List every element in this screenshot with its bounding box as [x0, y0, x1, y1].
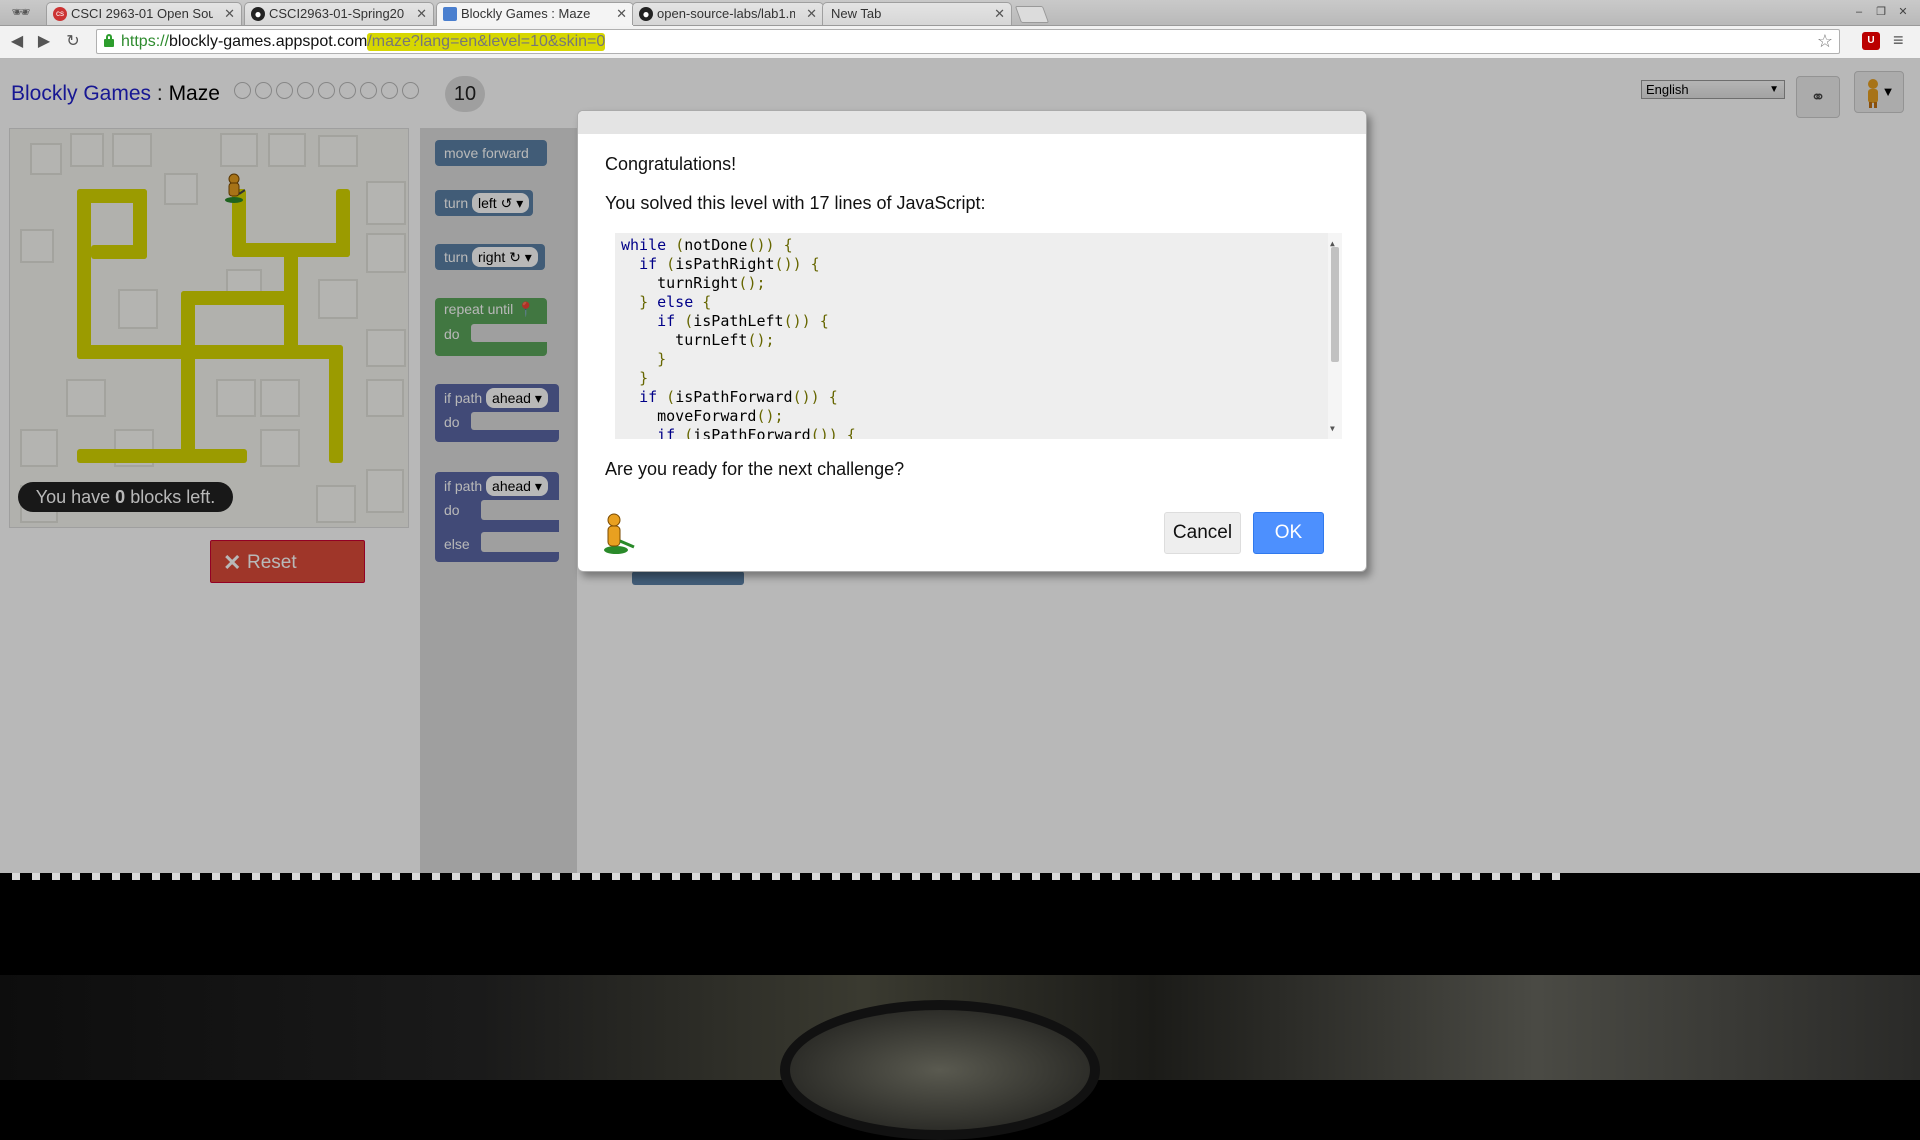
- code-scrollbar[interactable]: ▲ ▼: [1328, 233, 1342, 439]
- lock-icon: [104, 34, 114, 47]
- tab-title: Blockly Games : Maze: [461, 6, 591, 21]
- restore-icon[interactable]: ❐: [1872, 4, 1890, 20]
- ok-button[interactable]: OK: [1253, 512, 1324, 554]
- back-icon[interactable]: ◀: [6, 31, 28, 53]
- wallpaper-image: [780, 1000, 1100, 1140]
- code-line: if (isPathForward()) {: [657, 426, 856, 439]
- menu-icon[interactable]: ≡: [1893, 30, 1904, 51]
- github-icon: ●: [251, 7, 265, 21]
- address-bar[interactable]: https://blockly-games.appspot.com/maze?l…: [96, 29, 1840, 54]
- tab-open-source-labs[interactable]: ● open-source-labs/lab1.m ✕: [632, 2, 824, 25]
- window-close-icon[interactable]: ✕: [1894, 4, 1912, 20]
- close-icon[interactable]: ✕: [416, 3, 427, 25]
- code-line: turnLeft();: [621, 331, 775, 349]
- code-line: }: [657, 350, 667, 368]
- bookmark-star-icon[interactable]: ☆: [1817, 31, 1833, 52]
- scroll-down-icon[interactable]: ▼: [1330, 419, 1335, 438]
- browser-toolbar: ◀ ▶ ↻ https://blockly-games.appspot.com /…: [0, 26, 1920, 59]
- tab-csci-github[interactable]: ● CSCI2963-01-Spring201 ✕: [244, 2, 434, 25]
- tab-title: open-source-labs/lab1.m: [657, 6, 795, 21]
- tab-title: New Tab: [831, 6, 882, 21]
- tab-blockly-maze[interactable]: Blockly Games : Maze ✕: [436, 2, 634, 26]
- code-line: if (isPathForward()) {: [639, 388, 838, 406]
- new-tab-button[interactable]: [1014, 6, 1050, 23]
- incognito-icon: 🕶: [11, 4, 31, 21]
- scrollbar-thumb[interactable]: [1331, 247, 1339, 362]
- reload-icon[interactable]: ↻: [62, 31, 84, 53]
- tab-new-tab[interactable]: New Tab ✕: [822, 2, 1012, 25]
- blockly-icon: [443, 7, 457, 21]
- pegman-icon: [604, 513, 635, 554]
- tab-strip: 🕶 cs CSCI 2963-01 Open Sour ✕ ● CSCI2963…: [0, 0, 1920, 26]
- congrats-title: Congratulations!: [605, 154, 737, 174]
- url-text[interactable]: https://blockly-games.appspot.com/maze?l…: [121, 33, 606, 51]
- code-line: moveForward();: [621, 407, 784, 425]
- close-icon[interactable]: ✕: [224, 3, 235, 25]
- code-line: if (isPathRight()) {: [639, 255, 820, 273]
- solved-message: You solved this level with 17 lines of J…: [605, 193, 986, 213]
- cs-favicon-icon: cs: [53, 7, 67, 21]
- minimize-icon[interactable]: –: [1850, 4, 1868, 20]
- code-line: while (notDone()) {: [621, 236, 793, 254]
- close-icon[interactable]: ✕: [994, 3, 1005, 25]
- tab-csci-open-source[interactable]: cs CSCI 2963-01 Open Sour ✕: [46, 2, 242, 25]
- dialog-header[interactable]: [578, 111, 1366, 134]
- cancel-button[interactable]: Cancel: [1164, 512, 1241, 554]
- code-line: if (isPathLeft()) {: [657, 312, 829, 330]
- close-icon[interactable]: ✕: [616, 3, 627, 25]
- ublock-extension-icon[interactable]: U: [1862, 32, 1880, 50]
- desktop-background: [0, 880, 1920, 1140]
- close-icon[interactable]: ✕: [806, 3, 817, 25]
- congratulations-dialog: Congratulations! You solved this level w…: [577, 110, 1367, 572]
- tab-title: CSCI 2963-01 Open Sour: [71, 6, 213, 21]
- tab-title: CSCI2963-01-Spring201: [269, 6, 405, 21]
- code-listing[interactable]: while (notDone()) { if (isPathRight()) {…: [615, 233, 1342, 439]
- code-line: } else {: [639, 293, 712, 311]
- code-line: turnRight();: [621, 274, 766, 292]
- code-line: }: [639, 369, 649, 387]
- next-challenge-question: Are you ready for the next challenge?: [605, 459, 905, 479]
- forward-icon[interactable]: ▶: [33, 31, 55, 53]
- github-icon: ●: [639, 7, 653, 21]
